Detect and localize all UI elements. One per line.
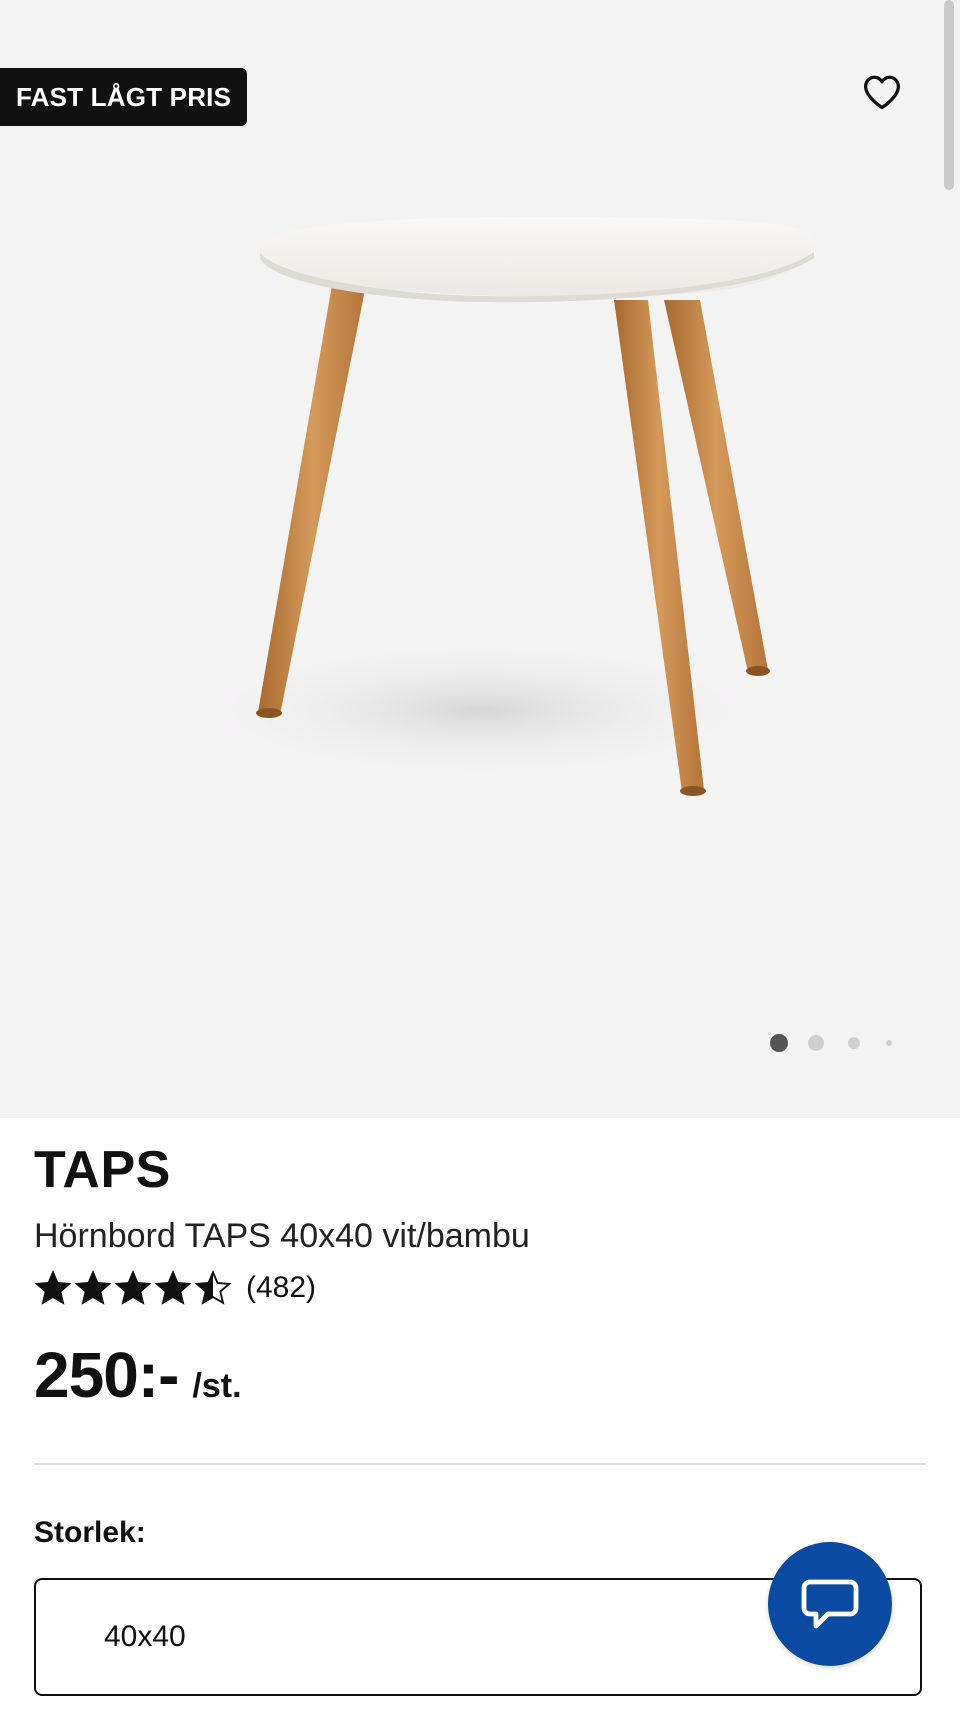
gallery-dot-3[interactable] — [848, 1037, 860, 1049]
gallery-dot-4[interactable] — [886, 1040, 892, 1046]
star-icon — [74, 1270, 112, 1305]
star-icon — [34, 1270, 72, 1305]
page-scrollbar[interactable] — [944, 0, 954, 190]
gallery-dot-2[interactable] — [808, 1035, 824, 1051]
favorite-button[interactable] — [852, 66, 912, 118]
star-icon — [154, 1270, 192, 1305]
review-count: (482) — [246, 1271, 317, 1304]
product-page: FAST LÅGT PRIS TAPS Hörnbord TAPS 40x40 … — [0, 0, 960, 1735]
product-rating[interactable]: (482) — [34, 1270, 316, 1306]
chat-bubble-icon — [801, 1579, 859, 1629]
price-row: 250:- /st. — [34, 1338, 242, 1412]
divider — [34, 1463, 926, 1465]
product-brand: TAPS — [34, 1141, 171, 1199]
product-gallery[interactable]: FAST LÅGT PRIS — [0, 0, 960, 1118]
product-image — [190, 216, 815, 796]
gallery-pagination — [770, 1034, 892, 1052]
price-badge: FAST LÅGT PRIS — [0, 68, 248, 126]
price-badge-label: FAST LÅGT PRIS — [16, 81, 232, 112]
product-price: 250:- — [34, 1339, 179, 1411]
price-unit: /st. — [192, 1367, 242, 1405]
gallery-dot-1[interactable] — [770, 1034, 788, 1052]
size-selected-value: 40x40 — [104, 1620, 186, 1653]
product-description: Hörnbord TAPS 40x40 vit/bambu — [34, 1217, 530, 1255]
chat-button[interactable] — [768, 1542, 892, 1666]
heart-outline-icon — [864, 75, 900, 110]
size-label: Storlek: — [34, 1516, 146, 1549]
star-icon — [114, 1270, 152, 1305]
rating-stars — [34, 1270, 234, 1306]
star-icon — [194, 1270, 232, 1305]
